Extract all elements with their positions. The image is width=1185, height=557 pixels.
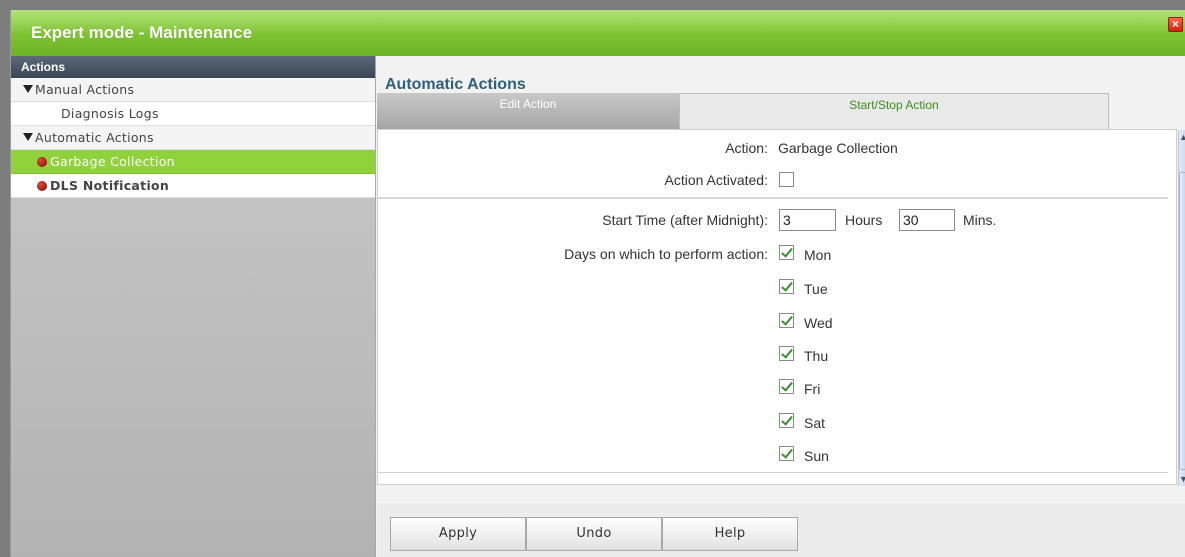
day-label-sun: Sun xyxy=(804,448,829,464)
maintenance-window: Expert mode - Maintenance × Actions Manu… xyxy=(10,10,1185,557)
sidebar: Actions Manual Actions Diagnosis Logs Au… xyxy=(11,56,376,557)
day-checkbox-sun[interactable] xyxy=(779,446,794,461)
sidebar-item-garbage-collection[interactable]: Garbage Collection xyxy=(11,150,375,174)
button-bar: Apply Undo Help xyxy=(377,503,1185,557)
mins-unit: Mins. xyxy=(963,212,997,228)
tab-bar: Edit Action Start/Stop Action xyxy=(377,93,1109,129)
sidebar-item-dls-notification[interactable]: DLS Notification xyxy=(11,174,375,198)
hours-input[interactable] xyxy=(779,209,836,231)
scroll-up-icon[interactable]: ▲ xyxy=(1179,130,1185,144)
undo-button[interactable]: Undo xyxy=(526,517,662,551)
window-title: Expert mode - Maintenance xyxy=(31,23,253,42)
day-checkbox-fri[interactable] xyxy=(779,379,794,394)
sidebar-header: Actions xyxy=(11,56,375,78)
vertical-scrollbar[interactable]: ▲ ▼ xyxy=(1178,130,1185,486)
tab-start-stop-action[interactable]: Start/Stop Action xyxy=(679,93,1109,129)
bullet-icon xyxy=(37,181,47,191)
main-panel: Automatic Actions Edit Action Start/Stop… xyxy=(377,56,1185,557)
sidebar-item-manual-actions[interactable]: Manual Actions xyxy=(11,78,375,102)
title-bar: Expert mode - Maintenance xyxy=(11,10,1185,56)
day-checkbox-tue[interactable] xyxy=(779,279,794,294)
sidebar-item-automatic-actions[interactable]: Automatic Actions xyxy=(11,126,375,150)
day-label-mon: Mon xyxy=(804,247,832,263)
section-title: Automatic Actions xyxy=(385,76,526,93)
help-button[interactable]: Help xyxy=(662,517,798,551)
hours-unit: Hours xyxy=(845,212,883,228)
day-checkbox-sat[interactable] xyxy=(779,413,794,428)
day-label-fri: Fri xyxy=(804,381,821,397)
day-checkbox-thu[interactable] xyxy=(779,346,794,361)
edit-action-form: Action: Garbage Collection Action Activa… xyxy=(377,129,1185,486)
sidebar-item-diagnosis-logs[interactable]: Diagnosis Logs xyxy=(11,102,375,126)
day-checkbox-wed[interactable] xyxy=(779,313,794,328)
triangle-down-icon xyxy=(23,133,33,141)
sidebar-item-label: Automatic Actions xyxy=(35,130,154,145)
sidebar-item-label: Manual Actions xyxy=(35,82,135,97)
bullet-icon xyxy=(37,157,47,167)
scroll-down-icon[interactable]: ▼ xyxy=(1179,472,1185,486)
action-label: Action: xyxy=(725,140,768,156)
day-label-tue: Tue xyxy=(804,281,828,297)
sidebar-item-label: Diagnosis Logs xyxy=(61,106,159,121)
scroll-thumb[interactable] xyxy=(1179,172,1185,470)
day-label-wed: Wed xyxy=(804,315,833,331)
action-value: Garbage Collection xyxy=(778,140,898,156)
days-label: Days on which to perform action: xyxy=(564,246,768,262)
mins-input[interactable] xyxy=(899,209,955,231)
divider xyxy=(378,472,1168,473)
sidebar-item-label: DLS Notification xyxy=(50,178,170,193)
start-time-label: Start Time (after Midnight): xyxy=(602,212,768,228)
day-checkbox-mon[interactable] xyxy=(779,245,794,260)
sidebar-item-label: Garbage Collection xyxy=(50,154,175,169)
divider xyxy=(378,197,1168,199)
day-label-thu: Thu xyxy=(804,348,829,364)
triangle-down-icon xyxy=(23,85,33,93)
day-label-sat: Sat xyxy=(804,415,826,431)
apply-button[interactable]: Apply xyxy=(390,517,526,551)
close-button[interactable]: × xyxy=(1168,17,1183,32)
action-activated-label: Action Activated: xyxy=(664,172,768,188)
action-activated-checkbox[interactable] xyxy=(779,172,794,187)
tab-edit-action[interactable]: Edit Action xyxy=(377,93,679,129)
